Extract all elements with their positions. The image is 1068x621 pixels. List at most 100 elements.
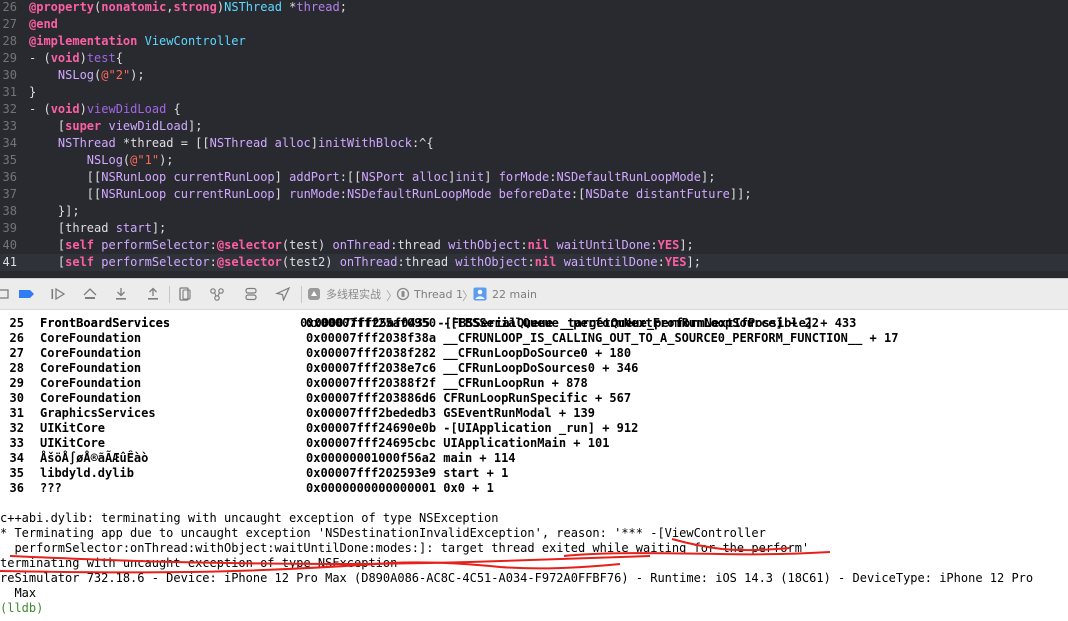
code-line[interactable]: 39 [thread start]; [0,220,1068,237]
code-token: [thread [29,221,116,235]
code-token: @end [29,17,58,31]
frame-library: ÅšöÅ∫øÅ®ãÃÆûÊàò [40,451,149,465]
code-token: ]]; [729,187,752,201]
code-line[interactable]: 38 }]; [0,203,1068,220]
line-number[interactable]: 27 [0,16,17,33]
line-number[interactable]: 36 [0,169,17,186]
code-token: initWithBlock [318,136,412,150]
code-token: YES [664,255,687,269]
code-token: ViewController [144,34,246,48]
code-line[interactable]: 32 - (void)viewDidLoad { [0,101,1068,118]
code-token: ]; [679,238,694,252]
step-out-icon[interactable] [145,287,161,301]
line-number[interactable]: 30 [0,67,17,84]
code-token: NSThread [209,136,268,150]
line-number[interactable]: 35 [0,152,17,169]
code-token: : [339,187,347,201]
code-token: NSDefaultRunLoopMode [556,170,702,184]
environment-overrides-icon[interactable] [243,287,259,301]
source-editor[interactable]: 26 @property(nonatomic,strong)NSThread *t… [0,0,1068,278]
code-token: ); [159,153,174,167]
code-token: ] [310,136,319,150]
memory-graph-icon[interactable] [209,287,225,301]
line-number[interactable]: 26 [0,0,17,16]
code-line[interactable]: 36 [[NSRunLoop currentRunLoop] addPort:[… [0,169,1068,186]
line-number[interactable]: 29 [0,50,17,67]
code-token: performSelector [101,255,210,269]
frame-address: 0x00000001000f56a2 main + 114 [306,451,516,465]
code-token: NSLog [57,68,95,82]
breadcrumb-project[interactable]: 多线程实战 [326,288,381,302]
code-line[interactable]: 29 - (void)test{ [0,50,1068,67]
code-token: ] [484,170,499,184]
breadcrumb-thread[interactable]: Thread 1 [414,288,463,302]
code-token: ]; [701,170,716,184]
line-number[interactable]: 28 [0,33,17,50]
code-line[interactable]: 27 @end [0,16,1068,33]
code-token: [ [29,119,66,133]
code-token: runMode [289,187,340,201]
console-message: terminating with uncaught exception of t… [0,556,398,570]
frame-number: 32 [9,421,24,435]
code-token: waitUntilDone [563,255,658,269]
code-token: [ [29,238,66,252]
code-token: (test2) [281,255,340,269]
code-token: init [455,170,485,184]
code-line[interactable]: 34 NSThread *thread = [[NSThread alloc]i… [0,135,1068,152]
breadcrumb-frame[interactable]: 22 main [492,288,537,302]
line-number[interactable]: 38 [0,203,17,220]
code-line[interactable]: 28 @implementation ViewController [0,33,1068,50]
frame-address: 0x00007fff25af0950 -[FBSSerialQueue _per… [306,316,819,330]
code-token: } [29,85,37,99]
line-number[interactable]: 32 [0,101,17,118]
view-hierarchy-icon[interactable] [177,287,193,301]
code-line[interactable]: 40 [self performSelector:@selector(test)… [0,237,1068,254]
code-token: thread [296,0,340,14]
hide-debug-area-icon[interactable] [0,287,12,301]
simulate-location-icon[interactable] [275,287,291,301]
code-token: :thread [397,255,456,269]
line-number[interactable]: 41 [0,254,17,271]
line-number[interactable]: 40 [0,237,17,254]
code-token: * [281,0,297,14]
breakpoints-toggle-icon[interactable] [18,287,36,301]
code-token: addPort [289,170,340,184]
toolbar-divider [301,286,302,303]
console-message: c++abi.dylib: terminating with uncaught … [0,511,499,525]
code-token: NSRunLoop [101,170,167,184]
code-line-current[interactable]: 41 [self performSelector:@selector(test2… [0,254,1068,271]
frame-number: 31 [9,406,24,420]
line-number[interactable]: 33 [0,118,17,135]
code-line[interactable]: 33 [super viewDidLoad]; [0,118,1068,135]
code-line[interactable]: 31} [0,84,1068,101]
continue-icon[interactable] [50,287,66,301]
line-number[interactable]: 37 [0,186,17,203]
code-token: NSRunLoop [101,187,167,201]
code-line[interactable]: 37 [[NSRunLoop currentRunLoop] runMode:N… [0,186,1068,203]
code-token: : [549,170,557,184]
code-token: NSThread [224,0,282,14]
step-over-icon[interactable] [82,287,98,301]
code-token: waitUntilDone [556,238,651,252]
step-into-icon[interactable] [113,287,129,301]
code-token: (test) [281,238,333,252]
code-token: , [166,0,174,14]
line-number[interactable]: 39 [0,220,17,237]
code-token: ) [79,51,87,65]
debug-bar: 多线程实战 〉 Thread 1 〉 22 main [0,278,1068,310]
code-token: withObject [448,238,521,252]
code-line[interactable]: 35 NSLog(@"1"); [0,152,1068,169]
code-line[interactable]: 26 @property(nonatomic,strong)NSThread *t… [0,0,1068,16]
code-token: beforeDate [498,187,571,201]
debug-console[interactable]: FrontBoardServices 0x00007fff25af0435 -[… [0,310,1068,621]
code-token: :[ [570,187,586,201]
code-token: @"1" [130,153,160,167]
line-number[interactable]: 34 [0,135,17,152]
line-number[interactable]: 31 [0,84,17,101]
code-line[interactable]: 30 NSLog(@"2"); [0,67,1068,84]
